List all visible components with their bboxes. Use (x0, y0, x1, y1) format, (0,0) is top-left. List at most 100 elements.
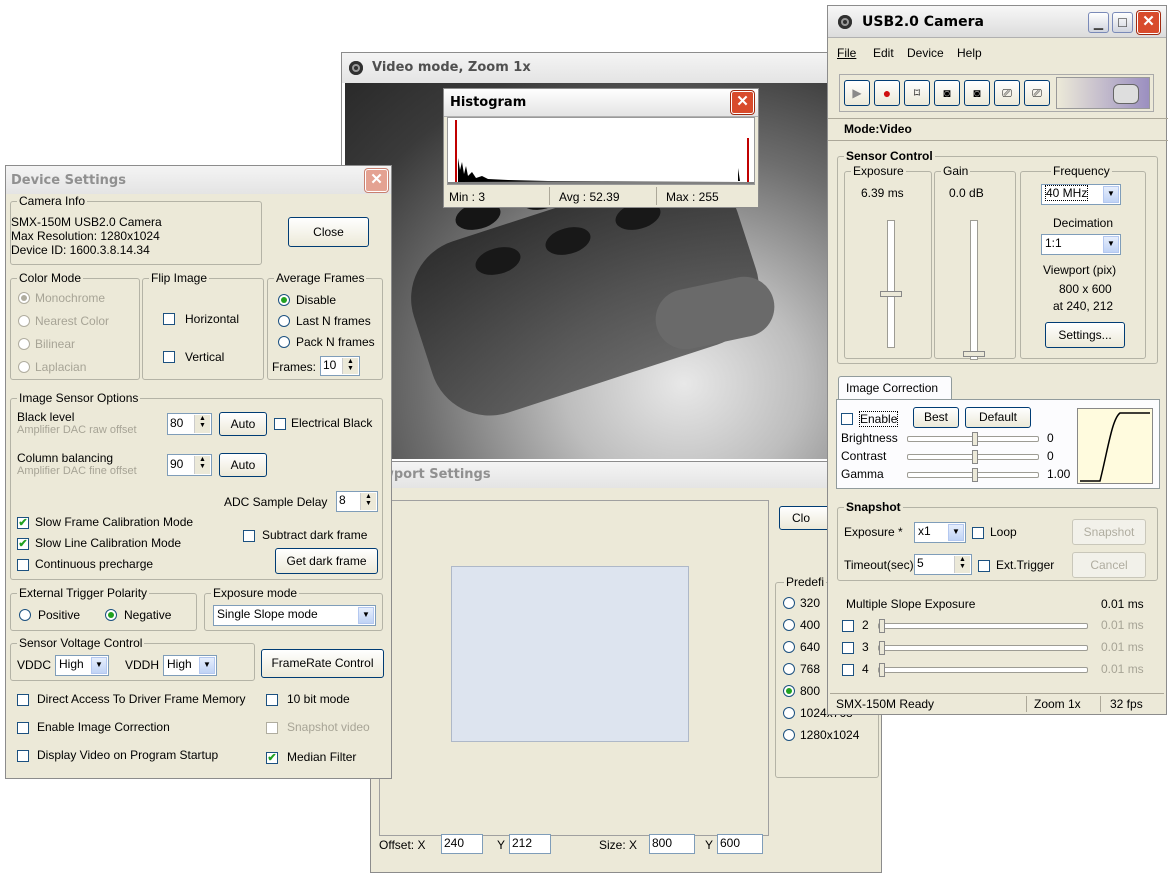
subtract-dark-checkbox[interactable] (243, 530, 255, 542)
slope-slider[interactable] (878, 641, 1088, 655)
predef-radio[interactable] (783, 729, 795, 741)
enable-ic-checkbox[interactable] (17, 722, 29, 734)
avg-disable-radio[interactable] (278, 294, 290, 306)
record-icon[interactable]: ● (874, 80, 900, 106)
size-x-field[interactable]: 800 (649, 834, 695, 854)
gain-slider[interactable] (963, 220, 985, 360)
predef-radio[interactable] (783, 707, 795, 719)
nearest-color-radio[interactable] (18, 315, 30, 327)
toolbar: ▶ ● ⌑ ◙ ◙ ⎚ ⎚ (839, 74, 1154, 112)
contrast-slider[interactable] (907, 450, 1039, 464)
menu-file[interactable]: File (837, 46, 856, 60)
direct-access-checkbox[interactable] (17, 694, 29, 706)
video-camera-icon[interactable]: ⎚ (994, 80, 1020, 106)
bilinear-radio[interactable] (18, 338, 30, 350)
menu-device[interactable]: Device (907, 46, 944, 60)
sensor-options-group: Image Sensor Options Black level Amplifi… (10, 391, 383, 580)
vddc-select[interactable]: High ▼ (55, 655, 109, 676)
exposure-mode-select[interactable]: Single Slope mode ▼ (213, 605, 376, 626)
viewport-region[interactable] (451, 566, 689, 742)
flip-vertical-checkbox[interactable] (163, 351, 175, 363)
avg-pack-n-radio[interactable] (278, 336, 290, 348)
exposure-slider[interactable] (880, 220, 902, 348)
predef-radio[interactable] (783, 597, 795, 609)
frequency-select[interactable]: 40 MHz ▼ (1041, 184, 1121, 205)
viewport-titlebar[interactable]: ewport Settings (371, 462, 881, 488)
predef-radio[interactable] (783, 663, 795, 675)
ic-default-button[interactable]: Default (965, 407, 1031, 428)
close-icon[interactable]: ✕ (731, 91, 754, 114)
camera-titlebar[interactable]: USB2.0 Camera ▁ ☐ ✕ (828, 6, 1166, 38)
ic-best-button[interactable]: Best (913, 407, 959, 428)
positive-radio[interactable] (19, 609, 31, 621)
display-startup-checkbox[interactable] (17, 750, 29, 762)
ic-enable-checkbox[interactable] (841, 413, 853, 425)
predef-radio[interactable] (783, 641, 795, 653)
size-y-field[interactable]: 600 (717, 834, 763, 854)
decimation-select[interactable]: 1:1 ▼ (1041, 234, 1121, 255)
slope-slider[interactable] (878, 619, 1088, 633)
offset-y-field[interactable]: 212 (509, 834, 551, 854)
slope-checkbox[interactable] (842, 620, 854, 632)
slope-index: 3 (862, 640, 869, 654)
flip-vertical-label: Vertical (185, 350, 225, 364)
snapshot-icon[interactable]: ◙ (934, 80, 960, 106)
fit-icon[interactable]: ⌑ (904, 80, 930, 106)
laplacian-radio[interactable] (18, 361, 30, 373)
black-level-spinner[interactable]: 80 ▲ ▼ (167, 413, 212, 435)
slope-slider[interactable] (878, 663, 1088, 677)
ten-bit-checkbox[interactable] (266, 694, 278, 706)
ic-curve (1077, 408, 1153, 484)
snapshot-button[interactable]: Snapshot (1072, 519, 1146, 545)
predef-radio[interactable] (783, 685, 795, 697)
predef-radio[interactable] (783, 619, 795, 631)
device-close-button[interactable]: Close (288, 217, 369, 247)
menu-help[interactable]: Help (957, 46, 982, 60)
viewport-label: Viewport (pix) (1043, 263, 1117, 277)
slope-checkbox[interactable] (842, 642, 854, 654)
histogram-titlebar[interactable]: Histogram ✕ (444, 89, 758, 117)
column-auto-button[interactable]: Auto (219, 453, 267, 477)
minimize-icon[interactable]: ▁ (1088, 12, 1109, 33)
electrical-black-checkbox[interactable] (274, 418, 286, 430)
close-icon[interactable]: ✕ (1137, 11, 1160, 34)
slow-frame-checkbox[interactable]: ✔ (17, 517, 29, 529)
brightness-slider[interactable] (907, 432, 1039, 446)
cancel-button[interactable]: Cancel (1072, 552, 1146, 578)
maximize-icon[interactable]: ☐ (1112, 12, 1133, 33)
flip-horizontal-checkbox[interactable] (163, 313, 175, 325)
snapshot-add-icon[interactable]: ◙ (964, 80, 990, 106)
frames-spinner[interactable]: 10 ▲ ▼ (320, 356, 360, 376)
ic-tab[interactable]: Image Correction (838, 376, 952, 400)
snapshot-video-checkbox[interactable] (266, 722, 278, 734)
trigger-polarity-group: External Trigger Polarity Positive Negat… (10, 586, 197, 631)
status-bar: SMX-150M Ready Zoom 1x 32 fps (830, 693, 1164, 714)
get-dark-frame-button[interactable]: Get dark frame (275, 548, 378, 574)
slow-line-checkbox[interactable]: ✔ (17, 538, 29, 550)
adc-delay-spinner[interactable]: 8 ▲ ▼ (336, 491, 378, 512)
median-filter-checkbox[interactable]: ✔ (266, 752, 278, 764)
gamma-slider[interactable] (907, 468, 1039, 482)
menu-edit[interactable]: Edit (873, 46, 894, 60)
slope-checkbox[interactable] (842, 664, 854, 676)
timeout-spinner[interactable]: 5 ▲ ▼ (914, 554, 972, 575)
settings-button[interactable]: Settings... (1045, 322, 1125, 348)
monochrome-radio[interactable] (18, 292, 30, 304)
close-icon[interactable]: ✕ (365, 169, 388, 192)
slope-value: 0.01 ms (1101, 662, 1144, 676)
vddh-select[interactable]: High ▼ (163, 655, 217, 676)
continuous-precharge-checkbox[interactable] (17, 559, 29, 571)
device-titlebar[interactable]: Device Settings ✕ (6, 166, 391, 194)
loop-checkbox[interactable] (972, 527, 984, 539)
framerate-control-button[interactable]: FrameRate Control (261, 649, 384, 678)
avg-last-n-radio[interactable] (278, 315, 290, 327)
column-balancing-spinner[interactable]: 90 ▲ ▼ (167, 454, 212, 476)
video-off-icon[interactable]: ⎚ (1024, 80, 1050, 106)
snap-exposure-select[interactable]: x1 ▼ (914, 522, 966, 543)
black-level-auto-button[interactable]: Auto (219, 412, 267, 436)
play-icon[interactable]: ▶ (844, 80, 870, 106)
ext-trigger-checkbox[interactable] (978, 560, 990, 572)
offset-x-field[interactable]: 240 (441, 834, 483, 854)
negative-radio[interactable] (105, 609, 117, 621)
video-titlebar[interactable]: Video mode, Zoom 1x (342, 53, 831, 83)
